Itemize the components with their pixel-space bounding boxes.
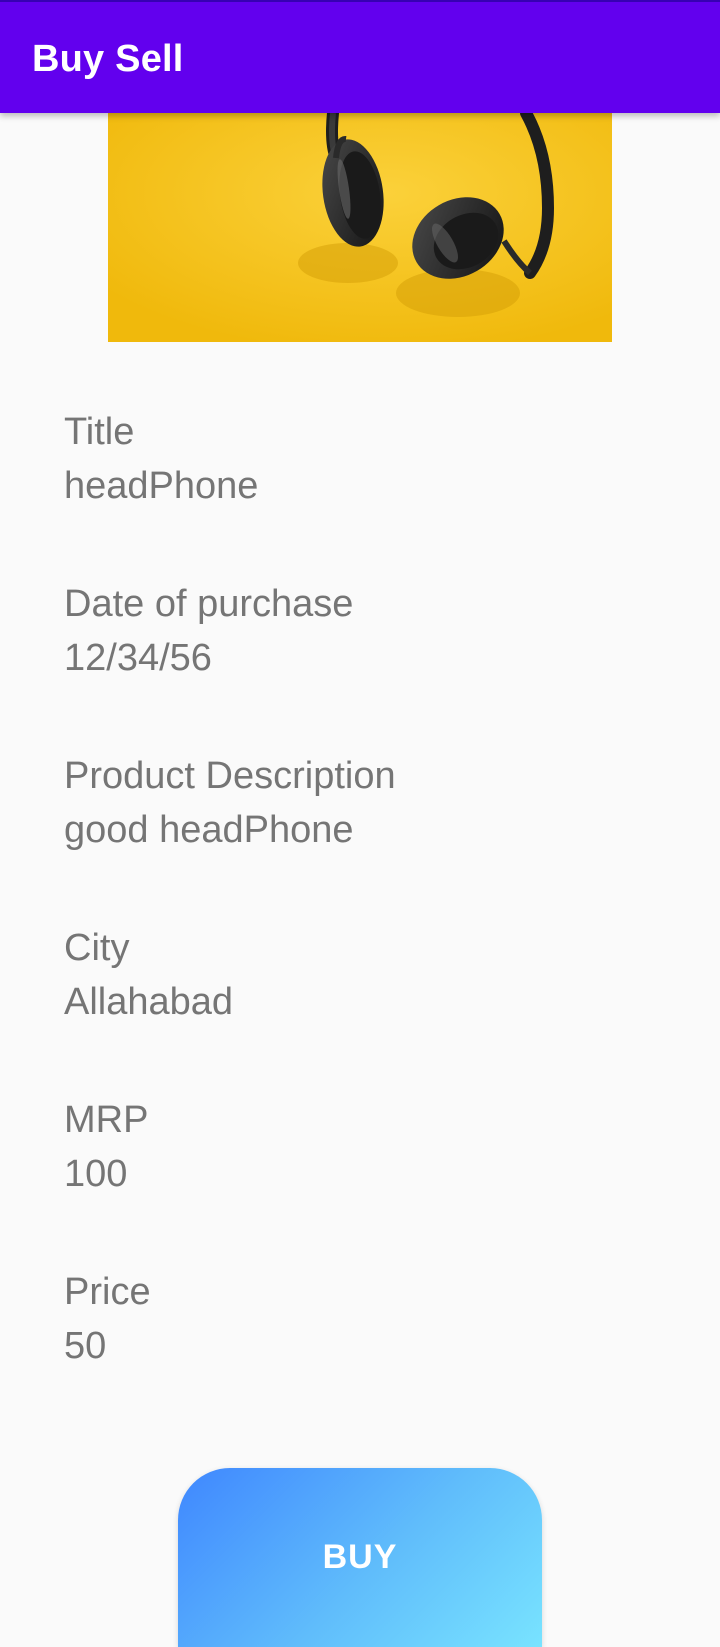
app-bar: Buy Sell [0,0,720,113]
product-description-label: Product Description [64,755,396,797]
product-image [108,113,612,342]
buy-button[interactable]: BUY [178,1468,542,1647]
product-description-value: good headPhone [64,809,354,851]
title-field: Title headPhone [64,405,664,513]
price-label: Price [64,1271,151,1313]
headphones-icon [108,113,612,342]
city-field: City Allahabad [64,921,664,1029]
price-field: Price 50 [64,1265,664,1373]
city-label: City [64,927,130,969]
date-of-purchase-label: Date of purchase [64,583,354,625]
city-value: Allahabad [64,981,234,1023]
buy-button-label: BUY [322,1538,398,1576]
mrp-value: 100 [64,1153,128,1195]
mrp-field: MRP 100 [64,1093,664,1201]
title-value: headPhone [64,465,259,507]
price-value: 50 [64,1325,107,1367]
product-description-field: Product Description good headPhone [64,749,664,857]
title-label: Title [64,411,135,453]
app-title: Buy Sell [32,38,184,80]
date-of-purchase-value: 12/34/56 [64,637,212,679]
mrp-label: MRP [64,1099,149,1141]
date-of-purchase-field: Date of purchase 12/34/56 [64,577,664,685]
